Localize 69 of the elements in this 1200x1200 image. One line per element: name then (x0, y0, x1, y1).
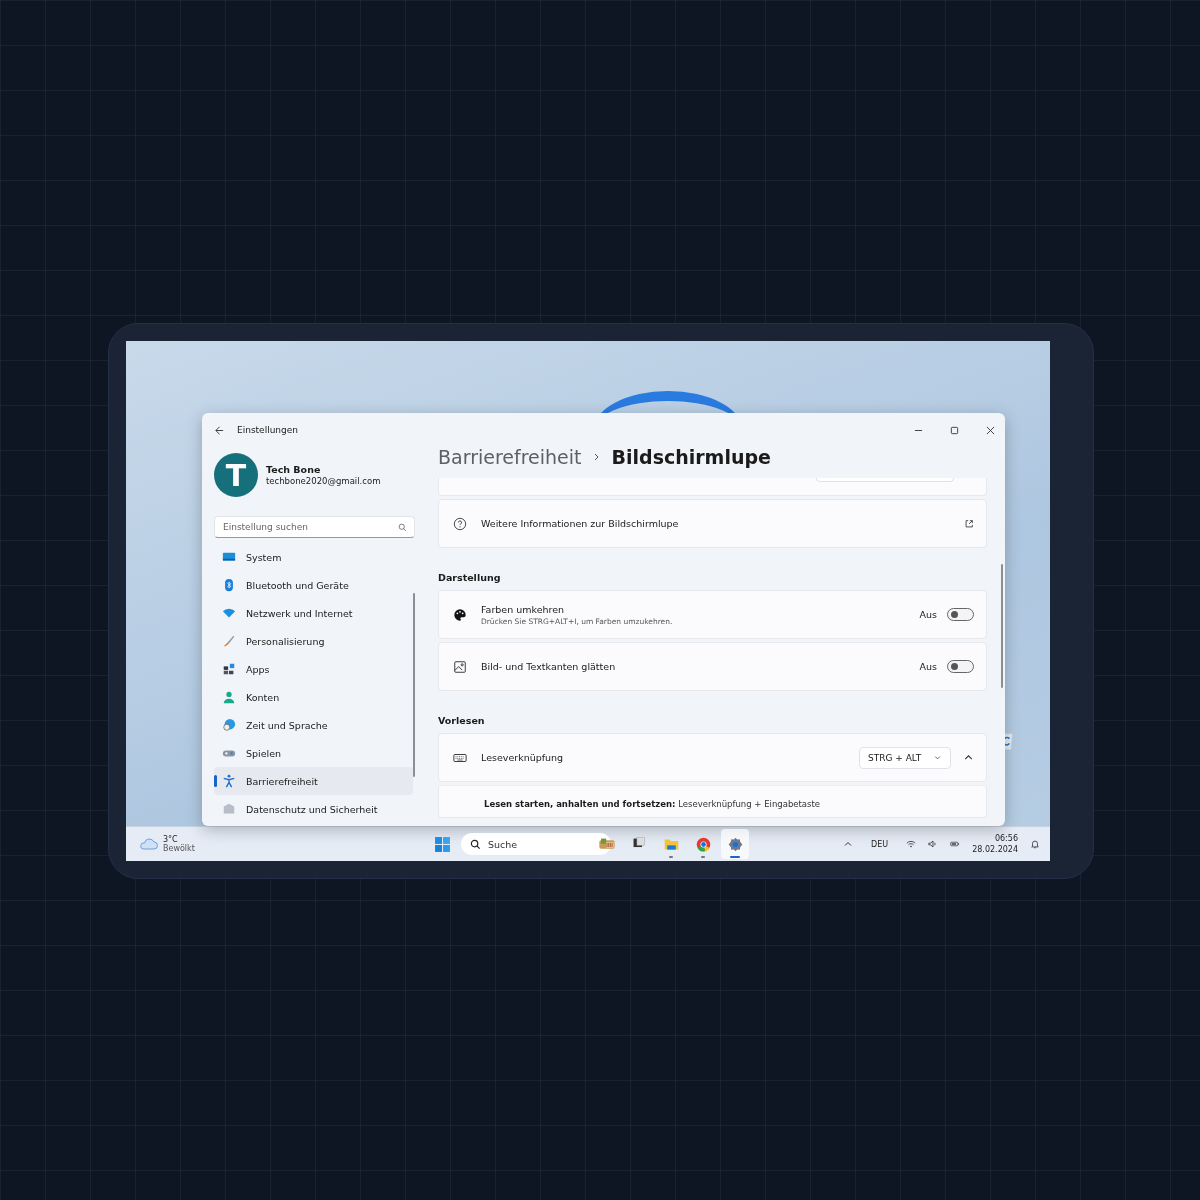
taskbar-app[interactable] (721, 829, 749, 859)
battery-icon[interactable] (950, 839, 961, 849)
selection-indicator (214, 775, 217, 787)
search-icon (398, 523, 407, 532)
search-icon (470, 839, 481, 850)
person-icon (222, 690, 236, 704)
taskbar-search-field[interactable]: Suche (461, 833, 611, 855)
toggle-state-label: Aus (919, 609, 937, 620)
clock[interactable]: 06:56 28.02.2024 (972, 833, 1018, 855)
nav-item[interactable]: Konten (214, 683, 413, 711)
nav-item[interactable]: Personalisierung (214, 627, 413, 655)
info-link[interactable]: Weitere Informationen zur Bildschirmlupe (481, 518, 950, 529)
nav-item[interactable]: Bluetooth und Geräte (214, 571, 413, 599)
section-heading: Darstellung (438, 572, 502, 583)
nav-item[interactable]: Barrierefreiheit (214, 767, 413, 795)
nav-item[interactable]: System (214, 543, 413, 571)
setting-title: Leseverknüpfung (481, 752, 565, 763)
chrome-icon (694, 835, 712, 853)
bluetooth-icon (222, 578, 236, 592)
setting-title: Bild- und Textkanten glätten (481, 661, 617, 672)
wifi-icon (222, 606, 236, 620)
chevron-down-icon (933, 753, 942, 762)
account-avatar: T (214, 453, 258, 497)
toggle-state-label: Aus (919, 661, 937, 672)
nav-item[interactable]: Netzwerk und Internet (214, 599, 413, 627)
account-email: techbone2020@gmail.com (266, 476, 381, 486)
search-field[interactable]: Einstellung suchen (214, 516, 415, 538)
running-indicator (701, 856, 705, 858)
dropdown[interactable]: STRG + ALT (859, 746, 951, 769)
nav-item[interactable]: Datenschutz und Sicherheit (214, 795, 413, 823)
apps-icon (222, 662, 236, 676)
weather-condition: Bewölkt (163, 844, 195, 853)
info-link-card[interactable]: Weitere Informationen zur Bildschirmlupe (438, 499, 987, 548)
running-indicator (669, 856, 673, 858)
setting-title: Farben umkehren (481, 603, 566, 615)
shield-icon (222, 802, 236, 816)
window-title: Einstellungen (237, 425, 298, 435)
section-heading: Vorlesen (438, 715, 486, 726)
nav-item[interactable]: Zeit und Sprache (214, 711, 413, 739)
palette-icon (453, 607, 467, 622)
external-link-icon (964, 518, 974, 529)
wifi-icon[interactable] (906, 839, 917, 849)
scrollbar[interactable] (413, 593, 415, 777)
toggle-switch[interactable] (947, 660, 974, 673)
running-indicator (730, 856, 740, 858)
image-icon (453, 659, 467, 674)
speaker-icon[interactable] (928, 839, 939, 849)
nav-item[interactable]: Spielen (214, 739, 413, 767)
globe-clock-icon (222, 718, 236, 732)
breadcrumb-link[interactable]: Barrierefreiheit (438, 445, 582, 468)
page-title: Bildschirmlupe (611, 445, 771, 468)
temperature: 3°C (163, 835, 179, 844)
toggle-switch[interactable] (947, 608, 974, 621)
account-name: Tech Bone (266, 464, 322, 475)
help-icon (453, 516, 467, 531)
input-language[interactable]: DEU (871, 839, 889, 849)
bell-icon[interactable] (1030, 839, 1040, 849)
nav-item[interactable]: Apps (214, 655, 413, 683)
back-arrow-icon[interactable] (214, 424, 225, 436)
maximize-icon[interactable] (950, 425, 959, 435)
accessibility-icon (222, 774, 236, 788)
shortcut-description: Lesen starten, anhalten und fortsetzen: Leseverknüpfung + Eingabetaste (484, 799, 821, 809)
brush-icon (222, 634, 236, 648)
gear-icon (726, 835, 744, 853)
monitor-icon (222, 550, 236, 564)
cloud-icon (138, 838, 158, 850)
start-button[interactable] (434, 835, 451, 853)
scrollbar[interactable] (1001, 564, 1003, 688)
close-icon[interactable] (986, 425, 995, 435)
